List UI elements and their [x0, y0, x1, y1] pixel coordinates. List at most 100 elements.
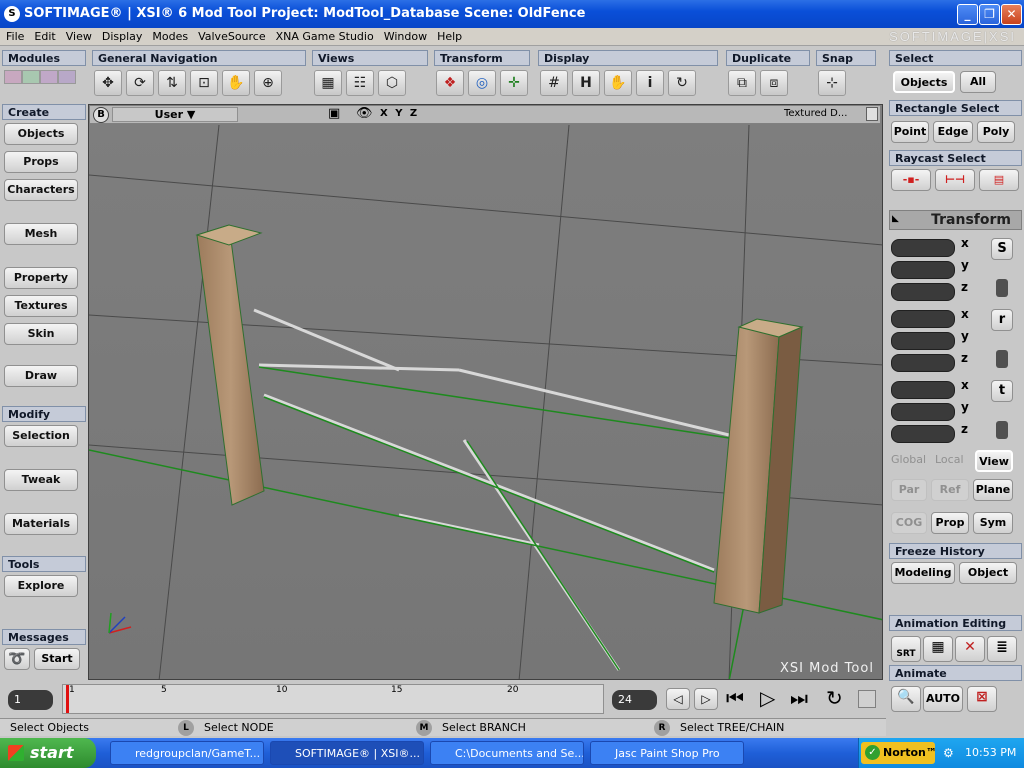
eye-icon[interactable]: 👁 [356, 106, 373, 121]
plane-button[interactable]: Plane [973, 479, 1013, 501]
axis-toggles[interactable]: X Y Z [380, 108, 419, 119]
poly-button[interactable]: Poly [977, 121, 1015, 143]
translate-lock-icon[interactable] [996, 421, 1008, 439]
norton-button[interactable]: ✓ Norton™ [861, 742, 937, 764]
create-skin-button[interactable]: Skin [4, 323, 78, 345]
time-slider[interactable]: 1 5 10 15 20 [62, 684, 604, 714]
translate-t-button[interactable]: t [991, 380, 1013, 402]
menu-help[interactable]: Help [431, 28, 466, 43]
menu-edit[interactable]: Edit [28, 28, 59, 43]
orbit-icon[interactable]: ⟳ [126, 70, 154, 96]
navigate-icon[interactable]: ✥ [94, 70, 122, 96]
maximize-button[interactable]: ❐ [979, 4, 1000, 25]
rotate-y-field[interactable] [891, 332, 955, 350]
camera-dropdown[interactable]: User ▼ [112, 107, 238, 122]
zoom-icon[interactable]: ⊕ [254, 70, 282, 96]
srt-button[interactable]: SRT [891, 636, 921, 662]
scale-y-field[interactable] [891, 261, 955, 279]
auto-key-button[interactable]: AUTO [923, 686, 963, 712]
task-browser[interactable]: redgroupclan/GameT... [110, 741, 264, 765]
point-button[interactable]: Point [891, 121, 929, 143]
select-all-button[interactable]: All [960, 71, 996, 93]
rotate-z-field[interactable] [891, 354, 955, 372]
translate-y-field[interactable] [891, 403, 955, 421]
close-button[interactable]: ✕ [1001, 4, 1022, 25]
duplicate-icon[interactable]: ⧉ [728, 70, 756, 96]
timeline-options-icon[interactable] [858, 690, 876, 708]
scale-z-field[interactable] [891, 283, 955, 301]
menu-xna[interactable]: XNA Game Studio [270, 28, 378, 43]
menu-file[interactable]: File [0, 28, 28, 43]
prop-button[interactable]: Prop [931, 512, 969, 534]
remove-key-icon[interactable]: ⊠ [967, 686, 997, 712]
object-button[interactable]: Object [959, 562, 1017, 584]
menu-valvesource[interactable]: ValveSource [192, 28, 270, 43]
view-toggle[interactable]: View [975, 450, 1013, 472]
modify-materials-button[interactable]: Materials [4, 513, 78, 535]
tray-app-icon[interactable]: ⚙ [943, 746, 954, 760]
create-draw-button[interactable]: Draw [4, 365, 78, 387]
refresh-icon[interactable]: ↻ [668, 70, 696, 96]
menu-view[interactable]: View [60, 28, 96, 43]
create-textures-button[interactable]: Textures [4, 295, 78, 317]
play-icon[interactable]: ▷ [760, 686, 775, 710]
dolly-icon[interactable]: ⇅ [158, 70, 186, 96]
pan-icon[interactable]: ✋ [222, 70, 250, 96]
camera-icon[interactable]: ▣ [328, 106, 340, 121]
module-swatches[interactable] [4, 70, 84, 84]
local-toggle[interactable]: Local [935, 453, 964, 466]
first-frame-icon[interactable]: ⏮ [726, 686, 744, 710]
hide-icon[interactable]: H [572, 70, 600, 96]
cog-button[interactable]: COG [891, 512, 927, 534]
menu-display[interactable]: Display [96, 28, 147, 43]
snap-icon[interactable]: ⊹ [818, 70, 846, 96]
select-objects-button[interactable]: Objects [893, 71, 955, 93]
ref-button[interactable]: Ref [931, 479, 969, 501]
rotate-icon[interactable]: ◎ [468, 70, 496, 96]
modify-tweak-button[interactable]: Tweak [4, 469, 78, 491]
fcurve-icon[interactable]: ✕ [955, 636, 985, 662]
translate-x-field[interactable] [891, 381, 955, 399]
scale-lock-icon[interactable] [996, 279, 1008, 297]
tools-explore-button[interactable]: Explore [4, 575, 78, 597]
task-paintshop[interactable]: Jasc Paint Shop Pro [590, 741, 744, 765]
viewport[interactable] [88, 104, 883, 680]
key-icon[interactable]: 🔍 [891, 686, 921, 712]
scale-icon[interactable]: ❖ [436, 70, 464, 96]
translate-z-field[interactable] [891, 425, 955, 443]
task-softimage[interactable]: SOFTIMAGE® | XSI®... [270, 741, 424, 765]
raycast-edge-icon[interactable]: ⊢⊣ [935, 169, 975, 191]
layers-icon[interactable]: ≣ [987, 636, 1017, 662]
end-frame-field[interactable]: 24 [612, 690, 657, 710]
scale-s-button[interactable]: S [991, 238, 1013, 260]
raycast-poly-icon[interactable]: ▤ [979, 169, 1019, 191]
rotate-lock-icon[interactable] [996, 350, 1008, 368]
menu-window[interactable]: Window [378, 28, 431, 43]
create-property-button[interactable]: Property [4, 267, 78, 289]
maximize-viewport-icon[interactable] [866, 107, 878, 121]
par-button[interactable]: Par [891, 479, 927, 501]
global-toggle[interactable]: Global [891, 453, 926, 466]
rotate-r-button[interactable]: r [991, 309, 1013, 331]
next-key-icon[interactable]: ▷ [694, 688, 718, 710]
instance-icon[interactable]: ⧈ [760, 70, 788, 96]
hierarchy-icon[interactable]: ☷ [346, 70, 374, 96]
create-characters-button[interactable]: Characters [4, 179, 78, 201]
sym-button[interactable]: Sym [973, 512, 1013, 534]
frame-icon[interactable]: ⊡ [190, 70, 218, 96]
viewport-badge[interactable]: B [93, 107, 109, 123]
script-icon[interactable]: ➰ [4, 648, 30, 670]
translate-icon[interactable]: ✛ [500, 70, 528, 96]
prev-key-icon[interactable]: ◁ [666, 688, 690, 710]
rotate-x-field[interactable] [891, 310, 955, 328]
minimize-button[interactable]: _ [957, 4, 978, 25]
start-menu-button[interactable]: start [0, 738, 96, 768]
info-icon[interactable]: i [636, 70, 664, 96]
start-button[interactable]: Start [34, 648, 80, 670]
current-frame-field[interactable]: 1 [8, 690, 53, 710]
dopesheet-icon[interactable]: ▦ [923, 636, 953, 662]
collapse-arrow-icon[interactable]: ◣ [892, 214, 899, 224]
scene-canvas[interactable] [89, 105, 883, 680]
task-explorer[interactable]: C:\Documents and Se... [430, 741, 584, 765]
create-objects-button[interactable]: Objects [4, 123, 78, 145]
